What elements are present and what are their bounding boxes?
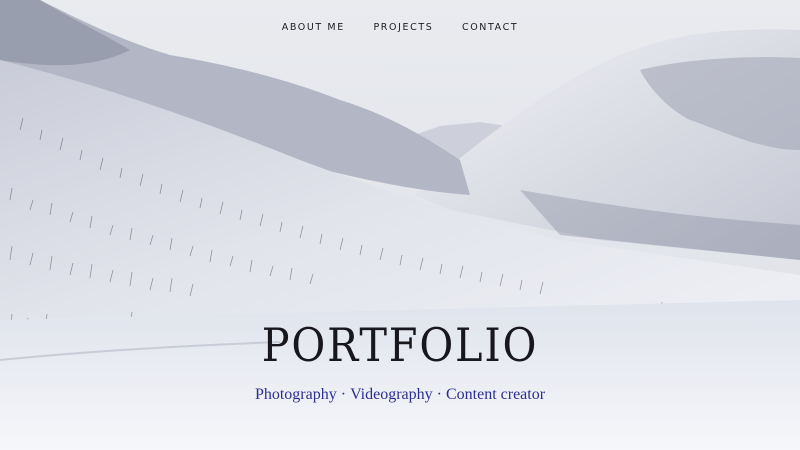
separator-dot: ·	[436, 386, 442, 403]
nav-contact[interactable]: CONTACT	[462, 22, 518, 33]
tag-videography: Videography	[350, 386, 433, 403]
separator-dot: ·	[340, 386, 347, 403]
tag-photography: Photography	[254, 386, 337, 403]
hero-background	[0, 0, 800, 450]
top-nav: ABOUT ME PROJECTS CONTACT	[0, 22, 800, 33]
tag-content-creator: Content creator	[445, 386, 546, 403]
hero-subtitle: Photography · Videography · Content creator	[0, 386, 800, 404]
page-title: PORTFOLIO	[261, 318, 539, 372]
nav-projects[interactable]: PROJECTS	[373, 22, 433, 33]
nav-about-me[interactable]: ABOUT ME	[282, 22, 345, 33]
snowy-mountain-image	[0, 0, 800, 450]
